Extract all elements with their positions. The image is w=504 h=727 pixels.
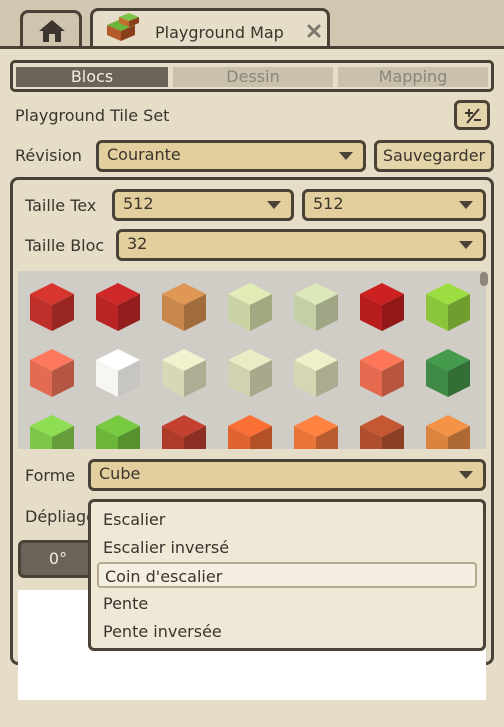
tile-brick-block-2[interactable] [220,343,280,403]
tile-stool[interactable] [154,277,214,337]
tile-palette [18,271,486,449]
shape-label: Forme [25,466,76,485]
texture-height-select[interactable]: 512 [302,189,486,221]
tile-brick-block-1[interactable] [154,343,214,403]
dropdown-option[interactable]: Pente [97,591,477,617]
revision-value: Courante [107,145,181,164]
chevron-down-icon [459,201,473,209]
tab-bar: Playground Map [0,0,504,50]
tab-dessin[interactable]: Dessin [173,67,333,87]
home-icon [39,20,65,42]
save-button[interactable]: Sauvegarder [374,140,494,172]
tab-mapping[interactable]: Mapping [338,67,488,87]
tile-white-block[interactable] [88,343,148,403]
rotation-button[interactable]: 0° [18,540,98,578]
tile-red-block[interactable] [88,277,148,337]
shape-select[interactable]: Cube [88,459,486,491]
shape-value: Cube [99,464,141,483]
texture-width-select[interactable]: 512 [112,189,294,221]
tile-flower-grass-block[interactable] [418,277,478,337]
dropdown-option[interactable]: Pente inversée [97,619,477,645]
tile-orange-white-block[interactable] [220,409,280,449]
shape-dropdown: Escalier Escalier inversé Coin d'escalie… [88,499,486,651]
palette-scrollbar[interactable] [480,272,488,286]
bloc-size-value: 32 [127,234,148,253]
tab-playground-map[interactable]: Playground Map [90,8,330,50]
tile-grass-tuft[interactable] [22,409,82,449]
tab-title: Playground Map [155,23,284,42]
tile-green-stripe-block[interactable] [418,343,478,403]
dropdown-option-highlighted[interactable]: Coin d'escalier [97,562,477,588]
tile-brick-block-3[interactable] [286,343,346,403]
tab-blocs[interactable]: Blocs [16,67,168,87]
tiles-icon [107,13,139,41]
chevron-down-icon [459,241,473,249]
bloc-size-label: Taille Bloc [25,236,105,255]
tile-wood-block-dark[interactable] [352,409,412,449]
texture-height-value: 512 [313,194,344,213]
tile-red-brick-block[interactable] [154,409,214,449]
tile-light-green-block[interactable] [286,277,346,337]
texture-width-value: 512 [123,194,154,213]
tile-salmon-block-2[interactable] [352,343,412,403]
revision-label: Révision [15,146,82,165]
close-icon[interactable] [307,24,321,38]
chevron-down-icon [267,201,281,209]
unfold-label: Dépliage [25,507,97,526]
bloc-size-select[interactable]: 32 [116,229,486,261]
tile-orange-white-block-2[interactable] [286,409,346,449]
tileset-title: Playground Tile Set [15,106,170,125]
dropdown-option[interactable]: Escalier [97,507,477,533]
texture-size-label: Taille Tex [25,196,97,215]
tile-leaf-block[interactable] [88,409,148,449]
expand-button[interactable] [454,100,490,130]
tab-home[interactable] [20,10,82,48]
tile-wood-block-light[interactable] [418,409,478,449]
tile-roof-tile[interactable] [22,277,82,337]
chevron-down-icon [339,152,353,160]
plus-minus-icon [465,108,481,124]
tile-red-slab[interactable] [352,277,412,337]
revision-select[interactable]: Courante [96,140,366,172]
dropdown-option[interactable]: Escalier inversé [97,535,477,561]
chevron-down-icon [459,471,473,479]
mode-segmented-control: Blocs Dessin Mapping [10,60,494,92]
tile-pale-green-block[interactable] [220,277,280,337]
tile-salmon-block[interactable] [22,343,82,403]
